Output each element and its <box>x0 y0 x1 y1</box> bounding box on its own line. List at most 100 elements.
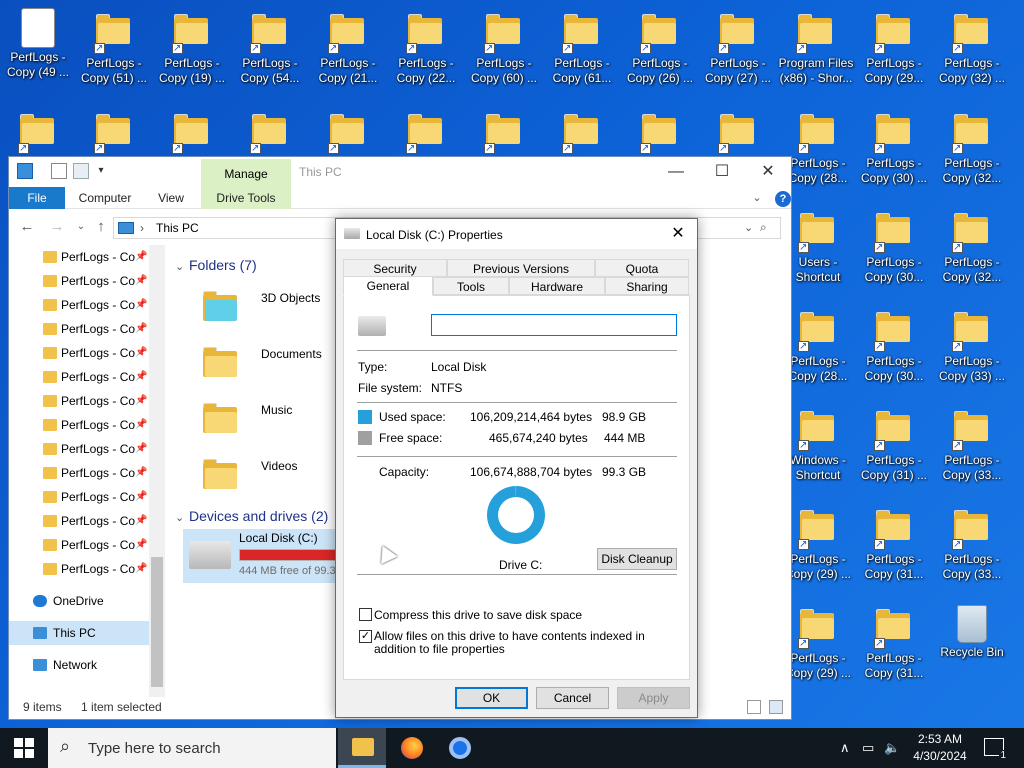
nav-item-perflogs[interactable]: PerfLogs - Co 📌 <box>9 437 149 461</box>
tab-tools[interactable]: Tools <box>433 277 509 295</box>
new-folder-icon[interactable] <box>73 163 89 179</box>
desktop-icon[interactable] <box>232 108 308 156</box>
desktop-icon[interactable]: PerfLogs - Copy (30... <box>856 207 932 285</box>
folder-documents[interactable]: Documents <box>191 341 341 393</box>
help-icon[interactable]: ? <box>775 191 791 207</box>
desktop-icon[interactable]: PerfLogs - Copy (31... <box>856 603 932 681</box>
desktop-icon[interactable]: Program Files (x86) - Shor... <box>778 8 854 86</box>
maximize-button[interactable]: ☐ <box>699 157 745 187</box>
desktop-icon[interactable]: PerfLogs - Copy (32... <box>934 207 1010 285</box>
desktop-icon[interactable]: PerfLogs - Copy (31... <box>856 504 932 582</box>
nav-item-network[interactable]: Network <box>9 653 149 677</box>
desktop-icon[interactable]: PerfLogs - Copy (30... <box>856 306 932 384</box>
back-arrow-icon[interactable]: ← <box>17 217 37 237</box>
desktop-icon[interactable] <box>76 108 152 156</box>
start-button[interactable] <box>14 738 34 758</box>
nav-item-perflogs[interactable]: PerfLogs - Co 📌 <box>9 341 149 365</box>
desktop-icon[interactable]: PerfLogs - Copy (33) ... <box>934 306 1010 384</box>
nav-item-perflogs[interactable]: PerfLogs - Co 📌 <box>9 245 149 269</box>
nav-item-onedrive[interactable]: OneDrive <box>9 589 149 613</box>
desktop-icon[interactable]: PerfLogs - Copy (32) ... <box>934 8 1010 86</box>
desktop-icon[interactable] <box>0 108 76 156</box>
desktop-icon[interactable]: PerfLogs - Copy (31) ... <box>856 405 932 483</box>
desktop-icon[interactable]: PerfLogs - Copy (21... <box>310 8 386 86</box>
apply-button[interactable]: Apply <box>617 687 690 709</box>
show-hidden-icons-icon[interactable]: ∧ <box>840 740 850 756</box>
properties-icon[interactable] <box>51 163 67 179</box>
details-view-icon[interactable] <box>747 700 761 714</box>
cancel-button[interactable]: Cancel <box>536 687 609 709</box>
desktop-icon[interactable]: PerfLogs - Copy (27) ... <box>700 8 776 86</box>
minimize-button[interactable]: — <box>653 157 699 187</box>
nav-scroll-thumb[interactable] <box>151 557 163 687</box>
taskbar-file-explorer[interactable] <box>338 728 386 768</box>
search-icon[interactable]: ⌕ <box>760 220 767 235</box>
volume-label-input[interactable] <box>431 314 677 336</box>
desktop-icon[interactable] <box>310 108 386 156</box>
desktop-icon[interactable]: PerfLogs - Copy (19) ... <box>154 8 230 86</box>
breadcrumb[interactable]: This PC <box>156 221 199 235</box>
desktop-icon[interactable]: PerfLogs - Copy (60) ... <box>466 8 542 86</box>
desktop-icon[interactable]: PerfLogs - Copy (29... <box>856 8 932 86</box>
taskbar-search-box[interactable]: ⌕ Type here to search <box>48 728 336 768</box>
taskbar-firefox[interactable] <box>388 728 436 768</box>
nav-item-perflogs[interactable]: PerfLogs - Co 📌 <box>9 485 149 509</box>
desktop-icon[interactable] <box>466 108 542 156</box>
tab-sharing[interactable]: Sharing <box>605 277 689 295</box>
desktop-icon[interactable]: PerfLogs - Copy (49 ... <box>0 8 76 80</box>
nav-item-perflogs[interactable]: PerfLogs - Co 📌 <box>9 269 149 293</box>
desktop-icon[interactable]: PerfLogs - Copy (61... <box>544 8 620 86</box>
tab-hardware[interactable]: Hardware <box>509 277 605 295</box>
desktop-icon[interactable] <box>700 108 776 156</box>
nav-item-perflogs[interactable]: PerfLogs - Co 📌 <box>9 293 149 317</box>
up-arrow-icon[interactable]: ↑ <box>91 217 111 237</box>
desktop-icon[interactable]: PerfLogs - Copy (54... <box>232 8 308 86</box>
nav-item-this-pc[interactable]: This PC <box>9 621 149 645</box>
nav-item-perflogs[interactable]: PerfLogs - Co 📌 <box>9 317 149 341</box>
nav-item-perflogs[interactable]: PerfLogs - Co 📌 <box>9 461 149 485</box>
desktop-icon[interactable]: PerfLogs - Copy (51) ... <box>76 8 152 86</box>
desktop-icon[interactable] <box>622 108 698 156</box>
tab-general[interactable]: General <box>343 276 433 296</box>
close-button[interactable]: ✕ <box>745 157 791 187</box>
tab-file[interactable]: File <box>9 187 65 209</box>
desktop-icon[interactable] <box>154 108 230 156</box>
disk-cleanup-button[interactable]: Disk Cleanup <box>597 548 677 570</box>
tab-computer[interactable]: Computer <box>71 187 139 209</box>
tab-drive-tools[interactable]: Drive Tools <box>201 187 291 209</box>
recycle-bin[interactable]: Recycle Bin <box>934 603 1010 660</box>
drive-local-disk-c[interactable]: Local Disk (C:) 444 MB free of 99.3 <box>183 529 343 583</box>
notifications-icon[interactable]: 1 <box>984 738 1007 761</box>
desktop-icon[interactable]: PerfLogs - Copy (22... <box>388 8 464 86</box>
network-status-icon[interactable]: ▭ <box>862 740 874 756</box>
desktop-icon[interactable]: PerfLogs - Copy (32... <box>934 108 1010 186</box>
chevron-down-icon[interactable]: ▾ <box>93 163 109 179</box>
tab-quota[interactable]: Quota <box>595 259 689 277</box>
large-icons-view-icon[interactable] <box>769 700 783 714</box>
compress-checkbox[interactable] <box>359 608 372 621</box>
desktop-icon[interactable]: PerfLogs - Copy (30) ... <box>856 108 932 186</box>
drives-group-header[interactable]: ⌄ Devices and drives (2) <box>175 508 328 524</box>
forward-arrow-icon[interactable]: → <box>47 217 67 237</box>
taskbar-chrome[interactable] <box>436 728 484 768</box>
tab-security[interactable]: Security <box>343 259 447 277</box>
desktop-icon[interactable] <box>388 108 464 156</box>
recent-locations-icon[interactable]: ⌄ <box>71 217 91 237</box>
ok-button[interactable]: OK <box>455 687 528 709</box>
folder-music[interactable]: Music <box>191 397 341 449</box>
nav-item-perflogs[interactable]: PerfLogs - Co 📌 <box>9 389 149 413</box>
folder-videos[interactable]: Videos <box>191 453 341 505</box>
tab-previous-versions[interactable]: Previous Versions <box>447 259 595 277</box>
nav-item-perflogs[interactable]: PerfLogs - Co 📌 <box>9 413 149 437</box>
desktop-icon[interactable] <box>544 108 620 156</box>
manage-context-tab[interactable]: Manage <box>201 159 291 187</box>
address-dropdown-icon[interactable]: ⌄ <box>744 221 753 234</box>
desktop-icon[interactable]: PerfLogs - Copy (26) ... <box>622 8 698 86</box>
nav-item-perflogs[interactable]: PerfLogs - Co 📌 <box>9 533 149 557</box>
folders-group-header[interactable]: ⌄ Folders (7) <box>175 257 257 273</box>
volume-muted-icon[interactable]: 🔈 <box>884 740 900 756</box>
dialog-close-button[interactable]: ✕ <box>666 222 690 246</box>
desktop-icon[interactable]: PerfLogs - Copy (33... <box>934 504 1010 582</box>
system-clock[interactable]: 2:53 AM 4/30/2024 <box>908 731 972 765</box>
nav-item-perflogs[interactable]: PerfLogs - Co 📌 <box>9 557 149 581</box>
